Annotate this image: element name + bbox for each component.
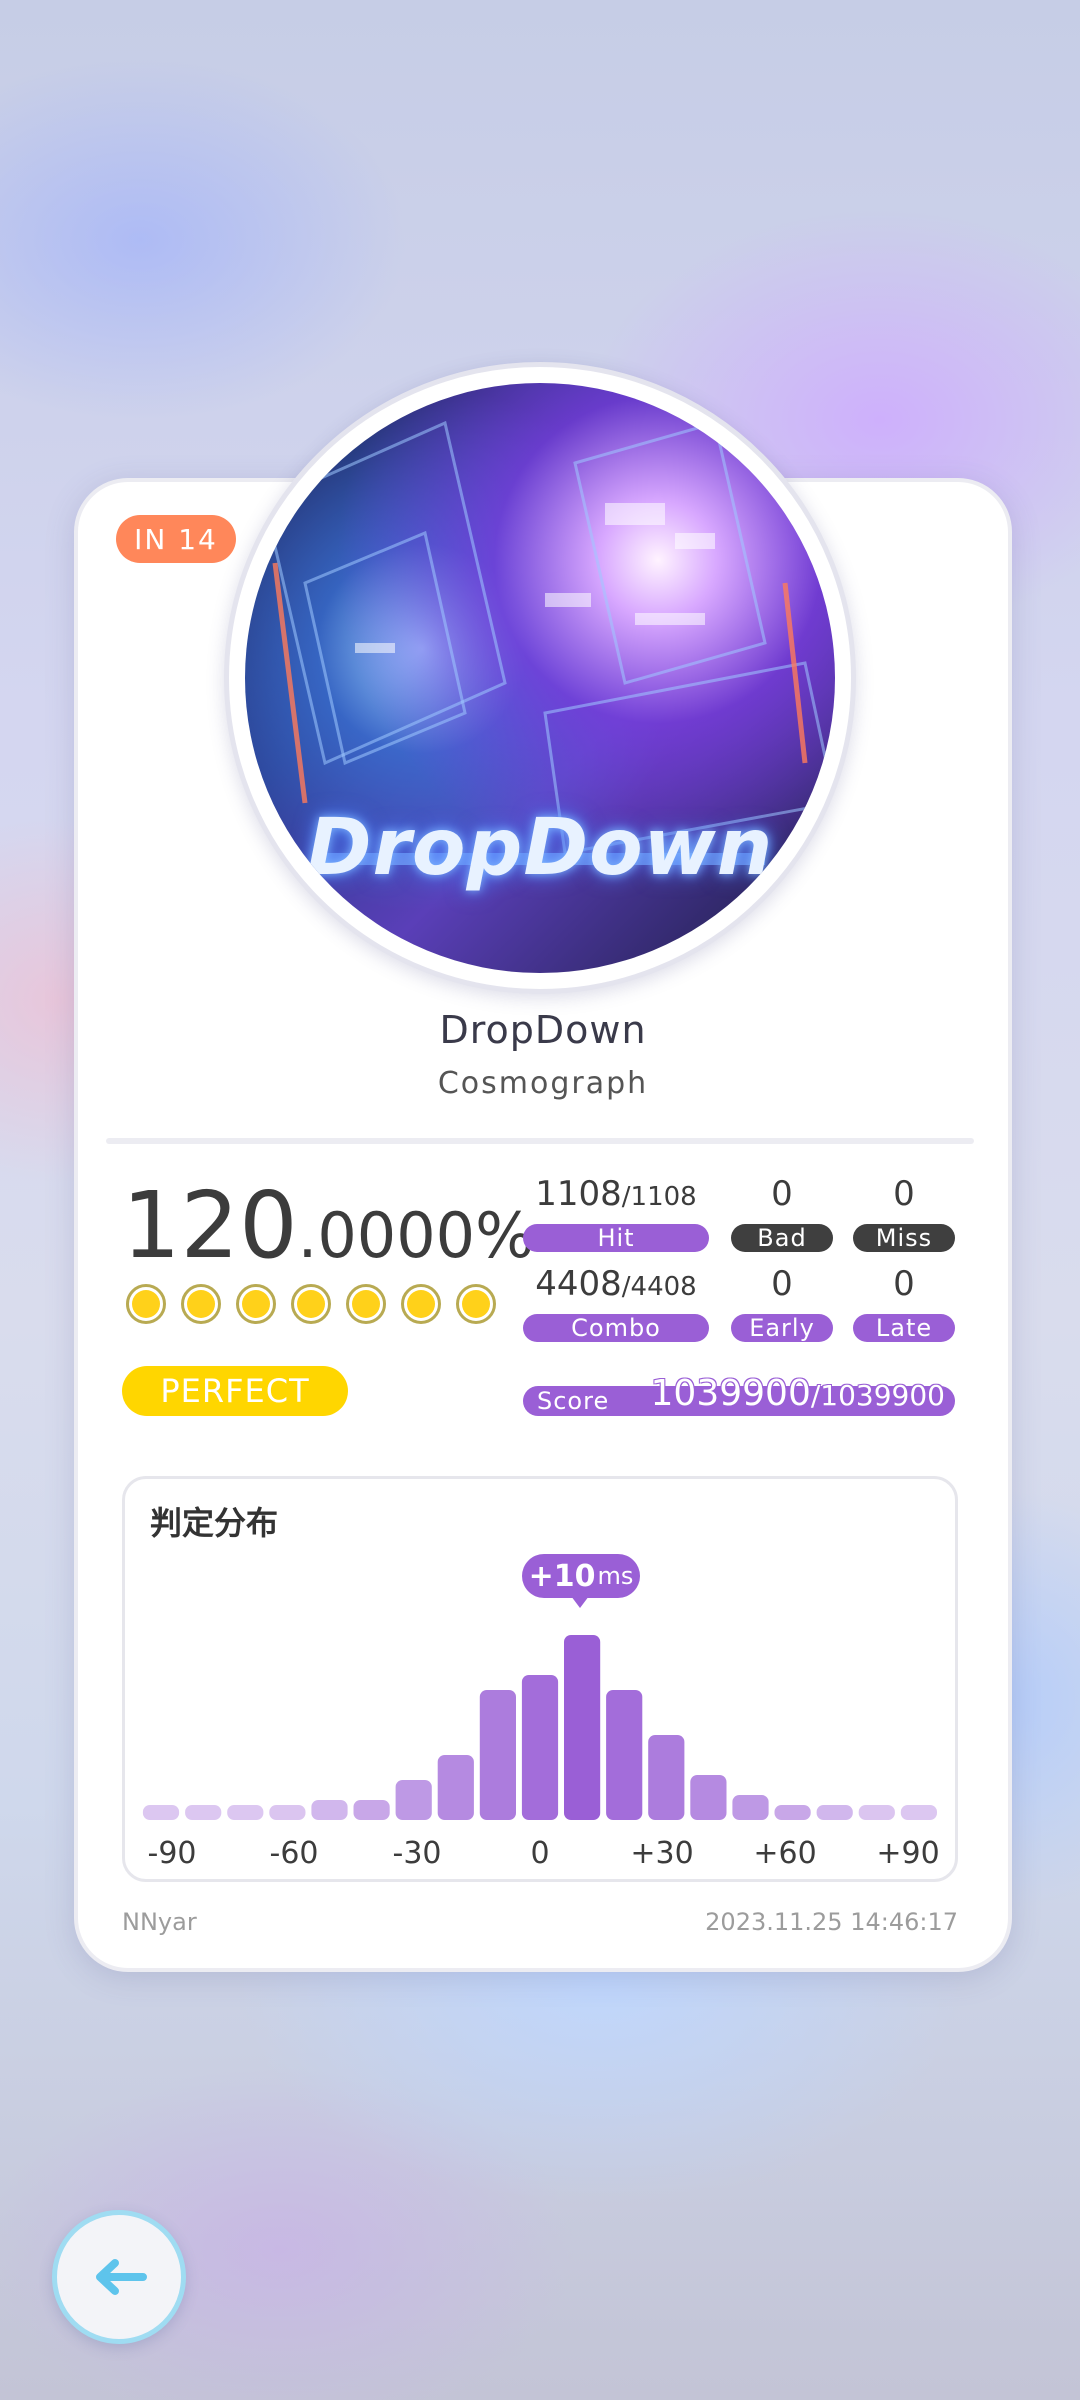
axis-label: -30: [392, 1836, 442, 1871]
histogram-bar: [564, 1635, 601, 1820]
offset-badge: +10 ms: [522, 1554, 640, 1598]
bad-label: Bad: [731, 1224, 833, 1252]
distribution-histogram: [142, 1635, 937, 1820]
player-name: NNyar: [122, 1908, 197, 1936]
histogram-bar: [311, 1800, 348, 1820]
jacket-art: DropDown: [245, 383, 835, 973]
score-current: 1039900: [650, 1373, 811, 1414]
axis-label: +30: [630, 1836, 694, 1871]
play-timestamp: 2023.11.25 14:46:17: [705, 1908, 958, 1936]
histogram-bar: [732, 1795, 769, 1820]
gem-fill: [462, 1290, 490, 1318]
histogram-bar: [437, 1755, 474, 1820]
histogram-bar: [142, 1805, 180, 1820]
hit-total: /1108: [621, 1182, 697, 1212]
histogram-bar: [690, 1775, 727, 1820]
histogram-bar: [816, 1805, 853, 1820]
score-bar: Score 1039900/1039900: [523, 1373, 955, 1416]
hit-count: 1108/1108: [523, 1174, 709, 1214]
gem-fill: [242, 1290, 270, 1318]
late-label: Late: [853, 1314, 955, 1342]
axis-label: +60: [753, 1836, 817, 1871]
miss-label: Miss: [853, 1224, 955, 1252]
histogram-bar: [774, 1805, 811, 1820]
combo-value: 4408: [535, 1264, 622, 1304]
axis-label: 0: [530, 1836, 550, 1871]
grade-badge: PERFECT: [122, 1366, 348, 1416]
gem-fill: [407, 1290, 435, 1318]
offset-unit: ms: [597, 1562, 634, 1590]
histogram-bar: [395, 1780, 432, 1820]
miss-count: 0: [893, 1174, 915, 1214]
song-jacket: DropDown: [224, 362, 856, 994]
perfect-gem-icon: [181, 1284, 221, 1324]
histogram-bar: [185, 1805, 222, 1820]
gem-fill: [132, 1290, 160, 1318]
song-title: DropDown: [439, 1008, 647, 1052]
back-button[interactable]: [52, 2210, 186, 2344]
histogram-bar: [858, 1805, 895, 1820]
histogram-bar: [227, 1805, 264, 1820]
histogram-bar: [353, 1800, 390, 1820]
perfect-gem-icon: [291, 1284, 331, 1324]
accuracy-integer: 120: [122, 1172, 298, 1279]
arrow-left-icon: [96, 2259, 147, 2295]
histogram-bar: [269, 1805, 306, 1820]
combo-total: /4408: [621, 1272, 697, 1302]
histogram-bar: [900, 1805, 937, 1820]
gem-fill: [297, 1290, 325, 1318]
divider: [106, 1138, 974, 1144]
hit-label: Hit: [523, 1224, 709, 1252]
late-count: 0: [893, 1264, 915, 1304]
perfect-gem-icon: [236, 1284, 276, 1324]
combo-count: 4408/4408: [523, 1264, 709, 1304]
perfect-gem-icon: [346, 1284, 386, 1324]
score-total: /1039900: [810, 1379, 945, 1412]
early-count: 0: [771, 1264, 793, 1304]
hit-value: 1108: [535, 1174, 622, 1214]
axis-label: -90: [147, 1836, 197, 1871]
histogram-bar: [479, 1690, 516, 1820]
accuracy-decimal: .0000%: [297, 1199, 535, 1272]
axis-label: +90: [876, 1836, 940, 1871]
histogram-bar: [606, 1690, 643, 1820]
early-label: Early: [731, 1314, 833, 1342]
score-value: 1039900/1039900: [651, 1373, 945, 1414]
perfect-gem-icon: [456, 1284, 496, 1324]
song-artist: Cosmograph: [437, 1066, 649, 1101]
score-label: Score: [537, 1387, 610, 1415]
gem-fill: [352, 1290, 380, 1318]
offset-value: +10: [528, 1558, 596, 1594]
jacket-logo: DropDown: [306, 803, 774, 893]
level-badge: IN 14: [116, 515, 236, 563]
perfect-gem-icon: [401, 1284, 441, 1324]
combo-label: Combo: [523, 1314, 709, 1342]
distribution-title: 判定分布: [150, 1504, 279, 1542]
perfect-gems: [126, 1284, 496, 1324]
gem-fill: [187, 1290, 215, 1318]
histogram-bar: [521, 1675, 559, 1820]
histogram-bar: [648, 1735, 685, 1820]
axis-label: -60: [269, 1836, 319, 1871]
bad-count: 0: [771, 1174, 793, 1214]
accuracy: 120.0000%: [122, 1172, 534, 1279]
perfect-gem-icon: [126, 1284, 166, 1324]
